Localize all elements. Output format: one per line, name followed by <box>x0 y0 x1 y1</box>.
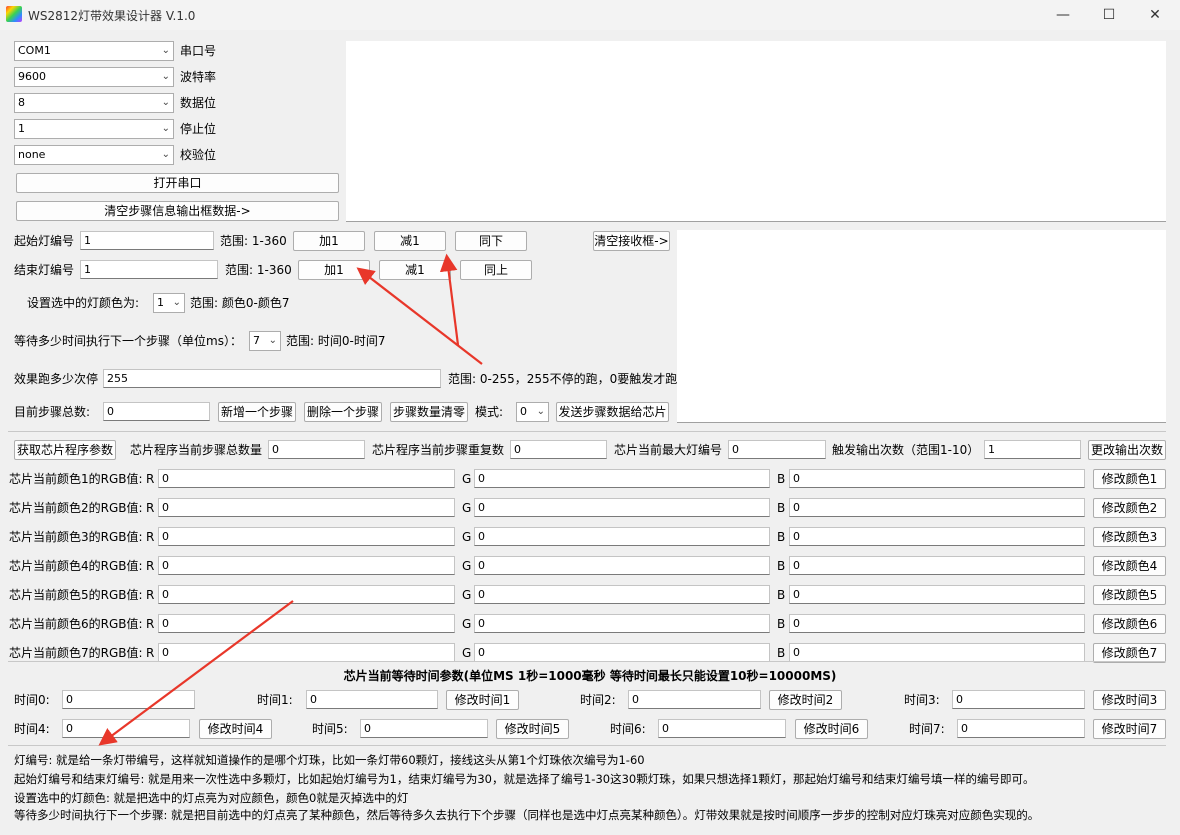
arrow-to-add1 <box>356 267 483 365</box>
arrow-to-same-down <box>439 253 460 346</box>
annotation-arrows <box>98 253 483 746</box>
arrow-to-help <box>98 600 294 746</box>
